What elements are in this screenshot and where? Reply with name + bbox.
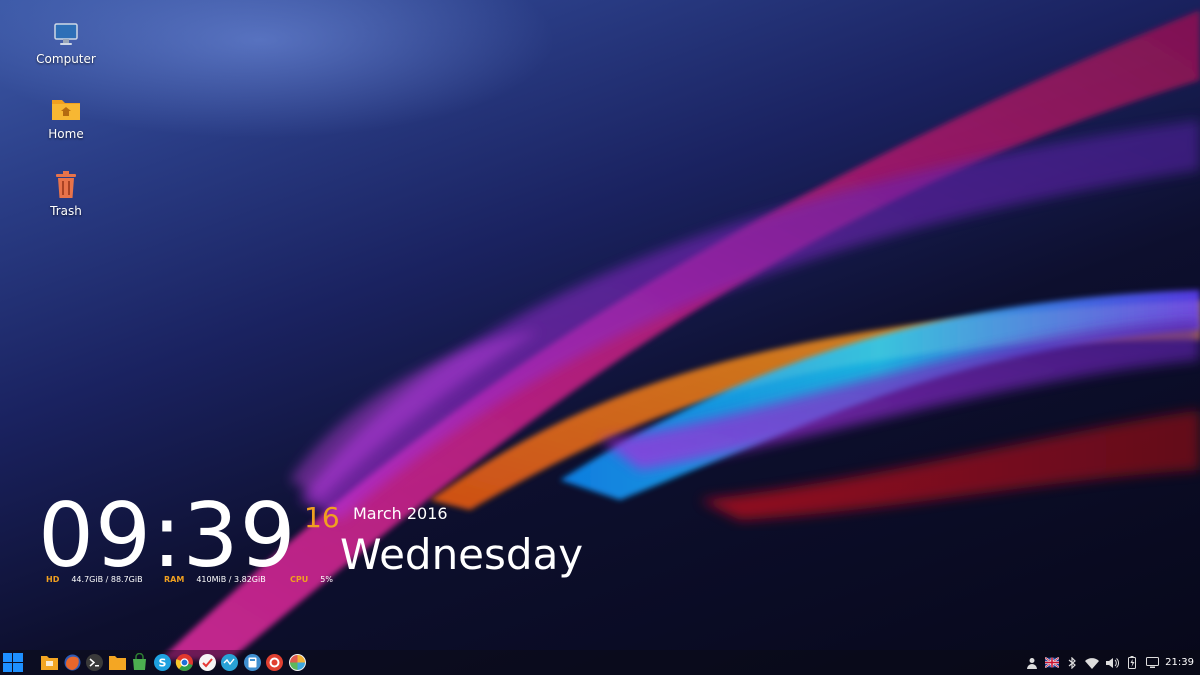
tray-network[interactable] (1085, 656, 1100, 670)
launcher-firefox[interactable] (63, 653, 82, 672)
calculator-icon (243, 654, 261, 671)
skype-icon: S (153, 654, 171, 671)
desktop-icon-computer[interactable]: Computer (26, 20, 106, 66)
stat-cpu: CPU 5% (290, 575, 333, 584)
monitor-icon (221, 654, 238, 671)
tray-display[interactable] (1145, 656, 1159, 670)
stat-ram: RAM 410MiB / 3.82GiB (164, 575, 266, 584)
stat-ram-value: 410MiB / 3.82GiB (196, 575, 266, 584)
bluetooth-icon (1068, 656, 1077, 669)
desktop-icon-trash[interactable]: Trash (26, 170, 106, 218)
launcher-terminal[interactable] (85, 653, 104, 672)
tray-volume[interactable] (1105, 656, 1120, 670)
clock-weekday: Wednesday (340, 530, 584, 579)
launcher-skype[interactable]: S (153, 653, 172, 672)
desktop-icon-label: Computer (36, 52, 96, 66)
computer-icon (54, 23, 78, 45)
trash-icon (56, 171, 76, 198)
desktop-folder-icon (41, 656, 58, 670)
launcher-task-manager[interactable] (198, 653, 217, 672)
user-icon (1027, 657, 1038, 669)
tray-keyboard-layout[interactable] (1045, 656, 1060, 670)
desktop-icon-label: Trash (50, 204, 82, 218)
launcher-screen-recorder[interactable] (265, 653, 284, 672)
start-menu-button[interactable] (2, 652, 24, 673)
desktop-icon-label: Home (48, 127, 84, 141)
desktop-icon-home[interactable]: Home (26, 95, 106, 141)
clock-day-number: 16 (304, 501, 340, 534)
tray-clock[interactable]: 21:39 (1165, 653, 1194, 672)
launcher-calculator[interactable] (243, 653, 262, 672)
system-tray: 21:39 (1025, 653, 1194, 672)
launcher-store[interactable] (130, 653, 149, 672)
windows-logo-icon (3, 653, 23, 672)
taskbar: S 21:39 (0, 650, 1200, 675)
tray-user[interactable] (1025, 656, 1039, 670)
display-icon (1145, 656, 1159, 668)
tray-battery[interactable] (1125, 656, 1139, 670)
stat-hd: HD 44.7GiB / 88.7GiB (46, 575, 143, 584)
battery-icon (1128, 656, 1137, 669)
launcher-chrome[interactable] (175, 653, 194, 672)
terminal-icon (86, 654, 103, 671)
launcher-pinwheel[interactable] (288, 653, 307, 672)
firefox-icon (64, 654, 80, 671)
desktop[interactable]: Computer Home Trash 09:39 16 March 2016 … (0, 0, 1200, 675)
tray-bluetooth[interactable] (1065, 656, 1079, 670)
stat-cpu-label: CPU (290, 575, 309, 584)
stat-ram-label: RAM (164, 575, 185, 584)
volume-icon (1106, 657, 1120, 668)
store-bag-icon (133, 653, 146, 670)
svg-text:S: S (158, 657, 166, 670)
task-manager-icon (198, 654, 216, 671)
file-manager-icon (108, 656, 126, 670)
launcher-bar: S (40, 653, 307, 672)
launcher-monitor[interactable] (220, 653, 239, 672)
screen-recorder-icon (266, 654, 283, 671)
pinwheel-icon (288, 654, 306, 671)
clock-month-year: March 2016 (353, 504, 448, 523)
launcher-file-manager[interactable] (108, 653, 127, 672)
stat-hd-label: HD (46, 575, 60, 584)
uk-flag-icon (1045, 657, 1060, 668)
stat-cpu-value: 5% (320, 575, 333, 584)
home-folder-icon (52, 100, 80, 120)
chrome-icon (175, 654, 193, 671)
clock-time: 09:39 (38, 484, 297, 587)
stat-hd-value: 44.7GiB / 88.7GiB (71, 575, 143, 584)
launcher-desktop-folder[interactable] (40, 653, 59, 672)
wifi-icon (1085, 657, 1100, 669)
